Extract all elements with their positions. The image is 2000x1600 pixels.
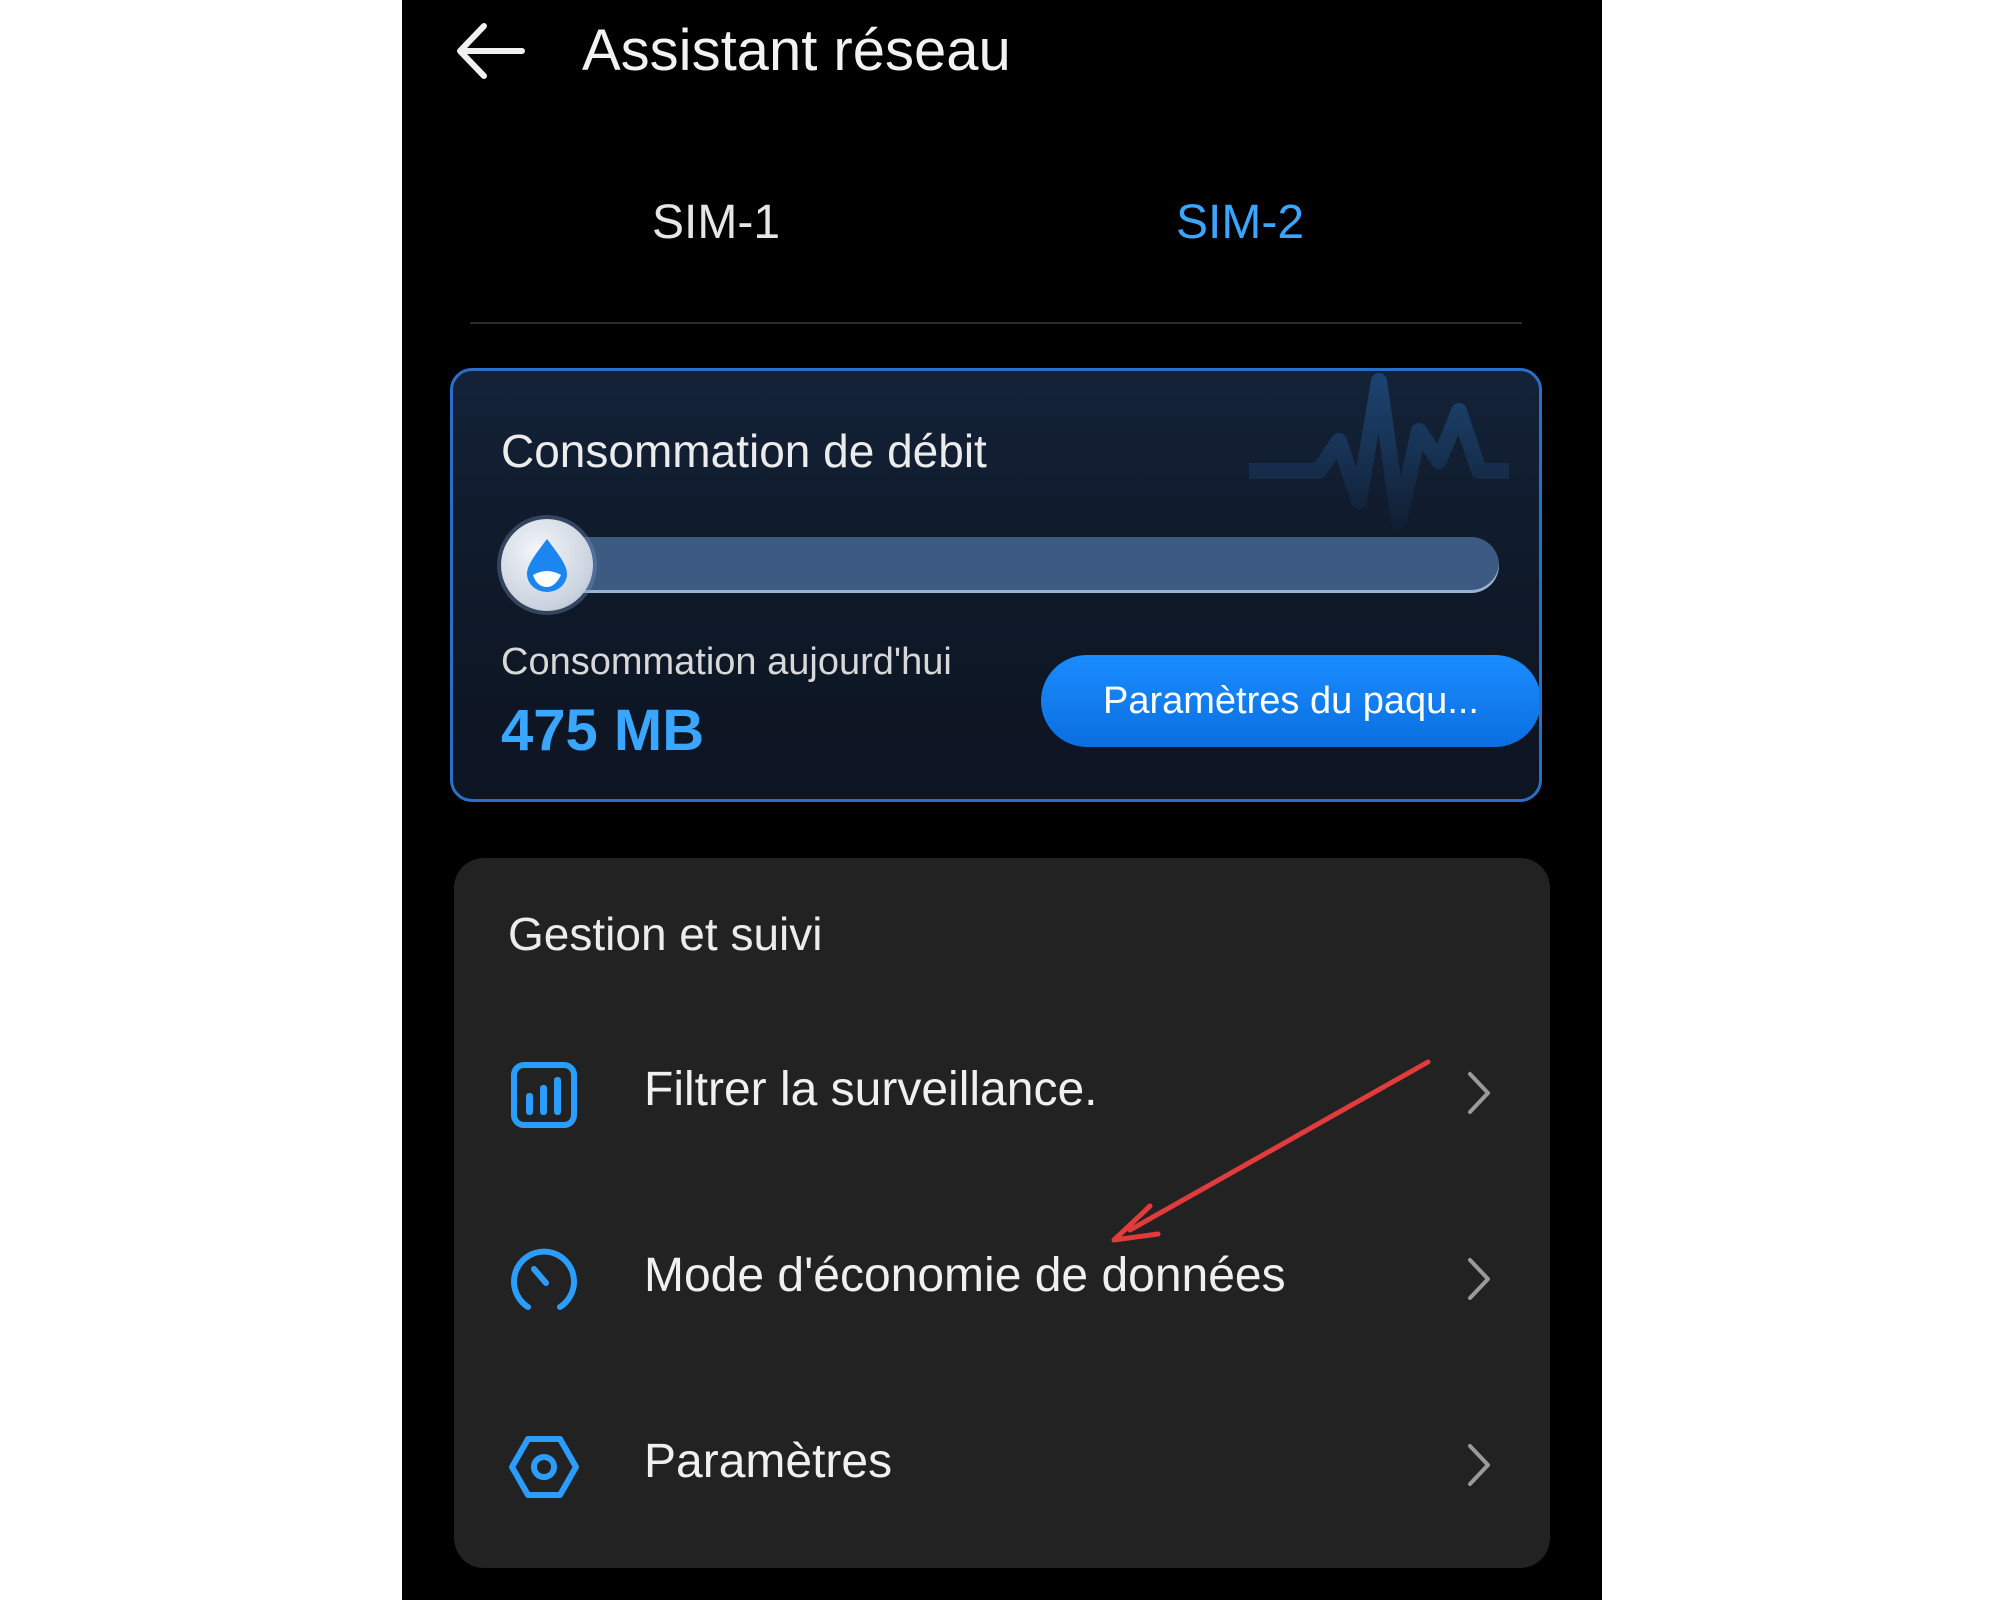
phone-screen: Assistant réseau SIM-1 SIM-2 Consommatio… [402,0,1602,1600]
tabs-divider [470,322,1522,324]
bar-chart-icon [511,1062,577,1128]
chevron-right-icon [1468,1258,1490,1300]
hexagon-settings-icon [509,1436,579,1498]
tab-sim-2[interactable]: SIM-2 [1176,188,1304,258]
menu-item-label: Paramètres [644,1435,893,1488]
management-title: Gestion et suivi [508,908,823,960]
arrow-left-icon [457,23,525,79]
today-usage-label: Consommation aujourd'hui [501,641,952,683]
consumption-title: Consommation de débit [501,425,987,477]
chevron-right-icon [1468,1072,1490,1114]
today-usage-value: 475 MB [501,698,705,763]
menu-item-label: Filtrer la surveillance. [644,1063,1098,1116]
back-button[interactable] [450,18,530,84]
water-drop-icon [527,539,567,592]
chevron-right-icon [1468,1444,1490,1486]
page-title: Assistant réseau [582,18,1011,83]
usage-progress-knob [501,519,593,611]
management-card: Gestion et suivi Filtrer la surveillance… [454,858,1550,1568]
data-consumption-card[interactable]: Consommation de débit Consommation aujou… [450,368,1542,802]
menu-item-label: Mode d'économie de données [644,1249,1286,1302]
speedometer-icon [511,1248,577,1310]
pulse-wave-icon [1249,373,1509,529]
usage-progress-bar [503,537,1499,593]
menu-item-settings[interactable]: Paramètres [454,1368,1550,1554]
menu-item-data-saver[interactable]: Mode d'économie de données [454,1182,1550,1368]
tab-sim-1[interactable]: SIM-1 [652,188,780,258]
menu-item-filter-monitoring[interactable]: Filtrer la surveillance. [454,996,1550,1182]
package-settings-button[interactable]: Paramètres du paqu... [1041,655,1539,747]
